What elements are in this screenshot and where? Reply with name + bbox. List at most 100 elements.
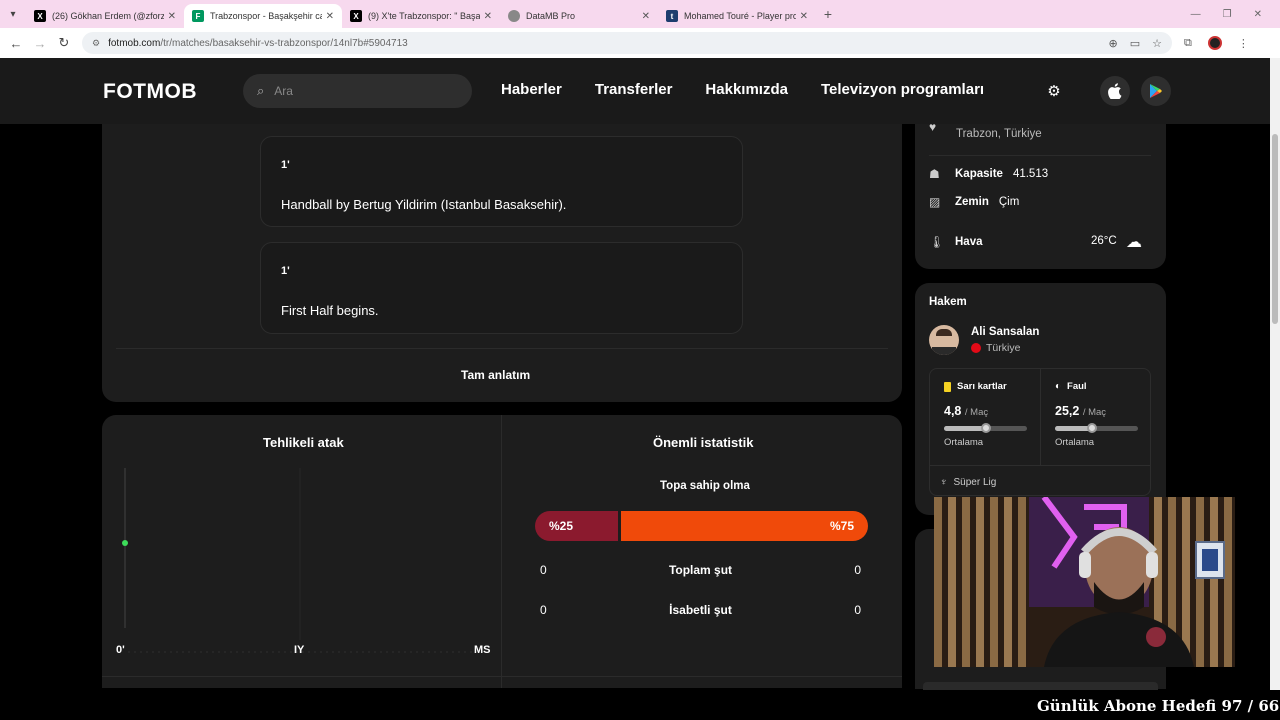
weather-label: Hava [955, 236, 983, 248]
search-input[interactable]: ⌕ Ara [243, 74, 472, 108]
site-info-icon[interactable]: ⚙ [92, 38, 100, 49]
location-pin-icon: ♥ [929, 120, 937, 134]
close-icon[interactable]: ✕ [800, 11, 808, 22]
nav-tv-programs[interactable]: Televizyon programları [821, 81, 984, 98]
minimize-icon[interactable]: — [1191, 9, 1201, 20]
settings-gear-icon[interactable]: ⚙ [1039, 76, 1069, 106]
transfermarkt-icon: t [666, 10, 678, 22]
stat-away: 0 [854, 603, 861, 617]
close-icon[interactable]: ✕ [484, 11, 492, 22]
url-path: /tr/matches/basaksehir-vs-trabzonspor/14… [160, 37, 408, 49]
league-row[interactable]: ♆ Süper Lig [940, 477, 996, 488]
card-edge [923, 682, 1158, 690]
possession-label: Topa sahip olma [660, 480, 750, 492]
event-minute: 1' [281, 159, 290, 171]
tab-title: Trabzonspor - Başakşehir canlı [210, 11, 322, 21]
possession-away: %75 [621, 511, 868, 541]
yellow-slider [944, 423, 1027, 433]
extensions-icon[interactable]: ⧉ [1184, 37, 1192, 50]
divider [501, 415, 502, 688]
menu-dots-icon[interactable]: ⋮ [1238, 37, 1249, 50]
divider [102, 676, 902, 677]
yellow-value: 4,8 [944, 404, 962, 418]
tab-title: DataMB Pro [526, 11, 576, 21]
url-host: fotmob.com [108, 37, 161, 49]
browser-tab[interactable]: X (26) Gökhan Erdem (@zforzam... ✕ [26, 4, 184, 28]
browser-tab-bar: ▾ X (26) Gökhan Erdem (@zforzam... ✕ F T… [0, 0, 1280, 28]
turkey-flag-icon [971, 343, 981, 353]
possession-home: %25 [535, 511, 618, 541]
reload-icon[interactable]: ↻ [52, 35, 76, 51]
x-logo-icon: X [34, 10, 46, 22]
per-match-label: / Maç [964, 407, 989, 418]
webcam-image [934, 497, 1235, 667]
surface-label: Zemin [955, 196, 989, 208]
venue-weather-row: 🌡︎ Hava [929, 235, 983, 249]
tab-title: Mohamed Touré - Player profile [684, 11, 796, 21]
google-play-icon[interactable] [1141, 76, 1171, 106]
browser-tab[interactable]: DataMB Pro ✕ [500, 4, 658, 28]
restore-icon[interactable]: ❐ [1223, 9, 1232, 20]
page-scrollbar[interactable] [1270, 58, 1280, 690]
browser-tab[interactable]: X (9) X'te Trabzonspor: " Başak ✕ [342, 4, 500, 28]
bookmark-star-icon[interactable]: ☆ [1152, 37, 1162, 50]
grass-icon: ▨ [929, 195, 941, 209]
back-arrow-icon[interactable]: ← [4, 36, 28, 51]
axis-label-fulltime: MS [474, 644, 491, 656]
commentary-event: 1' Handball by Bertug Yildirim (Istanbul… [260, 136, 743, 227]
capacity-value: 41.513 [1012, 168, 1049, 180]
divider [116, 348, 888, 349]
new-tab-button[interactable]: + [816, 6, 840, 22]
referee-avatar [929, 325, 959, 355]
close-icon[interactable]: ✕ [326, 11, 334, 22]
profile-avatar[interactable] [1207, 36, 1222, 50]
attack-point [122, 540, 128, 546]
nav-news[interactable]: Haberler [501, 81, 562, 98]
stat-label: Toplam şut [668, 563, 733, 577]
tab-search-icon[interactable]: ▾ [0, 9, 26, 20]
close-icon[interactable]: ✕ [168, 11, 176, 22]
apple-store-icon[interactable] [1100, 76, 1130, 106]
yellow-cards-stat: Sarı kartlar 4,8 / Maç Ortalama [930, 369, 1041, 465]
divider [930, 465, 1150, 466]
average-label: Ortalama [1055, 437, 1095, 448]
axis-label-halftime: IY [294, 644, 305, 656]
datamb-icon [508, 10, 520, 22]
event-text: Handball by Bertug Yildirim (Istanbul Ba… [281, 197, 567, 212]
scrollbar-thumb[interactable] [1272, 134, 1278, 324]
window-controls: — ❐ ✕ [1191, 9, 1280, 20]
yellow-label: Sarı kartlar [957, 381, 1007, 392]
weather-value: 26°C [1091, 235, 1117, 247]
venue-surface-row: ▨ Zemin Çim [929, 195, 1019, 209]
fouls-stat: ◐ Faul 25,2 / Maç Ortalama [1041, 369, 1152, 465]
main-nav: Haberler Transferler Hakkımızda Televizy… [501, 81, 984, 98]
tab-title: (26) Gökhan Erdem (@zforzam... [52, 11, 164, 21]
surface-value: Çim [998, 196, 1020, 208]
foul-value: 25,2 [1055, 404, 1080, 418]
referee-country: Türkiye [971, 342, 1020, 354]
browser-tab-active[interactable]: F Trabzonspor - Başakşehir canlı ✕ [184, 4, 342, 28]
people-icon: ☗ [929, 167, 940, 181]
url-field[interactable]: ⚙ fotmob.com/tr/matches/basaksehir-vs-tr… [82, 32, 1172, 54]
forward-arrow-icon[interactable]: → [28, 36, 52, 51]
nav-about[interactable]: Hakkımızda [705, 81, 788, 98]
full-commentary-link[interactable]: Tam anlatım [461, 368, 530, 382]
nav-transfers[interactable]: Transferler [595, 81, 673, 98]
stat-row: 0 İsabetli şut 0 [540, 603, 861, 617]
venue-location-row: ♥ [929, 120, 955, 134]
fotmob-logo-icon: F [192, 10, 204, 22]
foul-label: Faul [1067, 381, 1087, 392]
close-icon[interactable]: ✕ [642, 11, 650, 22]
webcam-overlay [934, 497, 1235, 667]
cast-icon[interactable]: ▭ [1130, 37, 1140, 50]
referee-name[interactable]: Ali Sansalan [971, 326, 1039, 338]
tab-title: (9) X'te Trabzonspor: " Başak [368, 11, 480, 21]
attack-title: Tehlikeli atak [263, 435, 344, 450]
close-window-icon[interactable]: ✕ [1254, 9, 1262, 20]
event-minute: 1' [281, 265, 290, 277]
fotmob-logo[interactable]: FOTMOB [103, 80, 197, 104]
address-bar: ← → ↻ ⚙ fotmob.com/tr/matches/basaksehir… [0, 28, 1280, 58]
zoom-icon[interactable]: ⊕ [1109, 37, 1118, 50]
referee-title: Hakem [929, 296, 967, 308]
browser-tab[interactable]: t Mohamed Touré - Player profile ✕ [658, 4, 816, 28]
